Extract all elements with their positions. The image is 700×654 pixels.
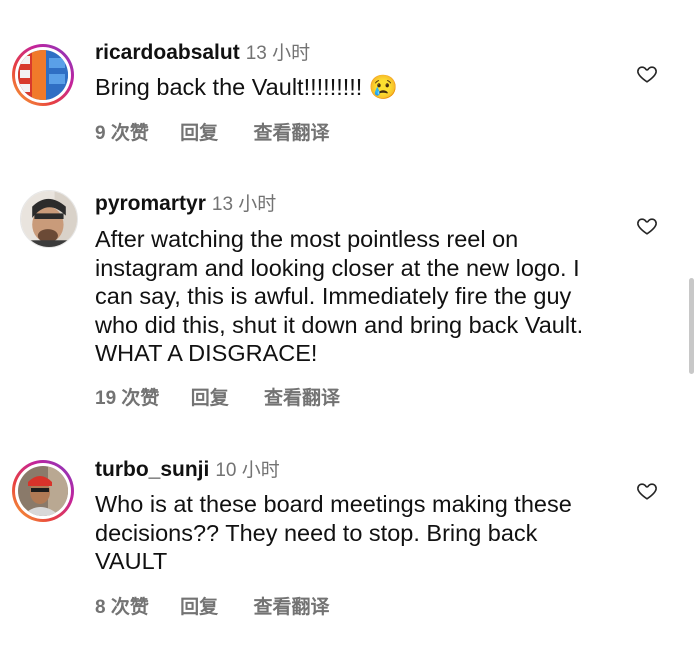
avatar-image [18,50,68,100]
see-translation-button[interactable]: 查看翻译 [253,592,329,619]
avatar[interactable] [20,190,78,248]
username[interactable]: ricardoabsalut [95,41,240,64]
comment-text: After watching the most pointless reel o… [95,226,584,366]
username[interactable]: turbo_sunji [95,458,209,481]
avatar-image [21,191,77,247]
comment-header: ricardoabsalut 13 小时 [95,40,310,67]
comment-text: Bring back the Vault!!!!!!!!! 😢 [95,74,399,100]
reply-button[interactable]: 回复 [191,383,229,410]
comment-actions: 19 次赞 回复 查看翻译 [95,383,340,410]
heart-outline-icon[interactable] [636,480,658,502]
heart-outline-icon[interactable] [636,63,658,85]
timestamp: 10 小时 [215,460,280,481]
avatar-image [18,466,68,516]
scrollbar[interactable] [689,278,694,374]
comment-text: Who is at these board meetings making th… [95,491,572,574]
username[interactable]: pyromartyr [95,192,206,215]
timestamp: 13 小时 [211,194,277,215]
reply-button[interactable]: 回复 [180,592,218,619]
comment-header: pyromartyr 13 小时 [95,191,276,218]
see-translation-button[interactable]: 查看翻译 [264,383,340,410]
comment-header: turbo_sunji 10 小时 [95,457,280,484]
like-count[interactable]: 19 次赞 [95,383,159,410]
like-count[interactable]: 9 次赞 [95,118,149,145]
comment-actions: 8 次赞 回复 查看翻译 [95,592,329,619]
reply-button[interactable]: 回复 [180,118,218,145]
see-translation-button[interactable]: 查看翻译 [253,118,329,145]
heart-outline-icon[interactable] [636,215,658,237]
like-count[interactable]: 8 次赞 [95,592,149,619]
avatar[interactable] [12,460,74,522]
avatar[interactable] [12,44,74,106]
timestamp: 13 小时 [245,43,311,64]
comment-actions: 9 次赞 回复 查看翻译 [95,118,329,145]
